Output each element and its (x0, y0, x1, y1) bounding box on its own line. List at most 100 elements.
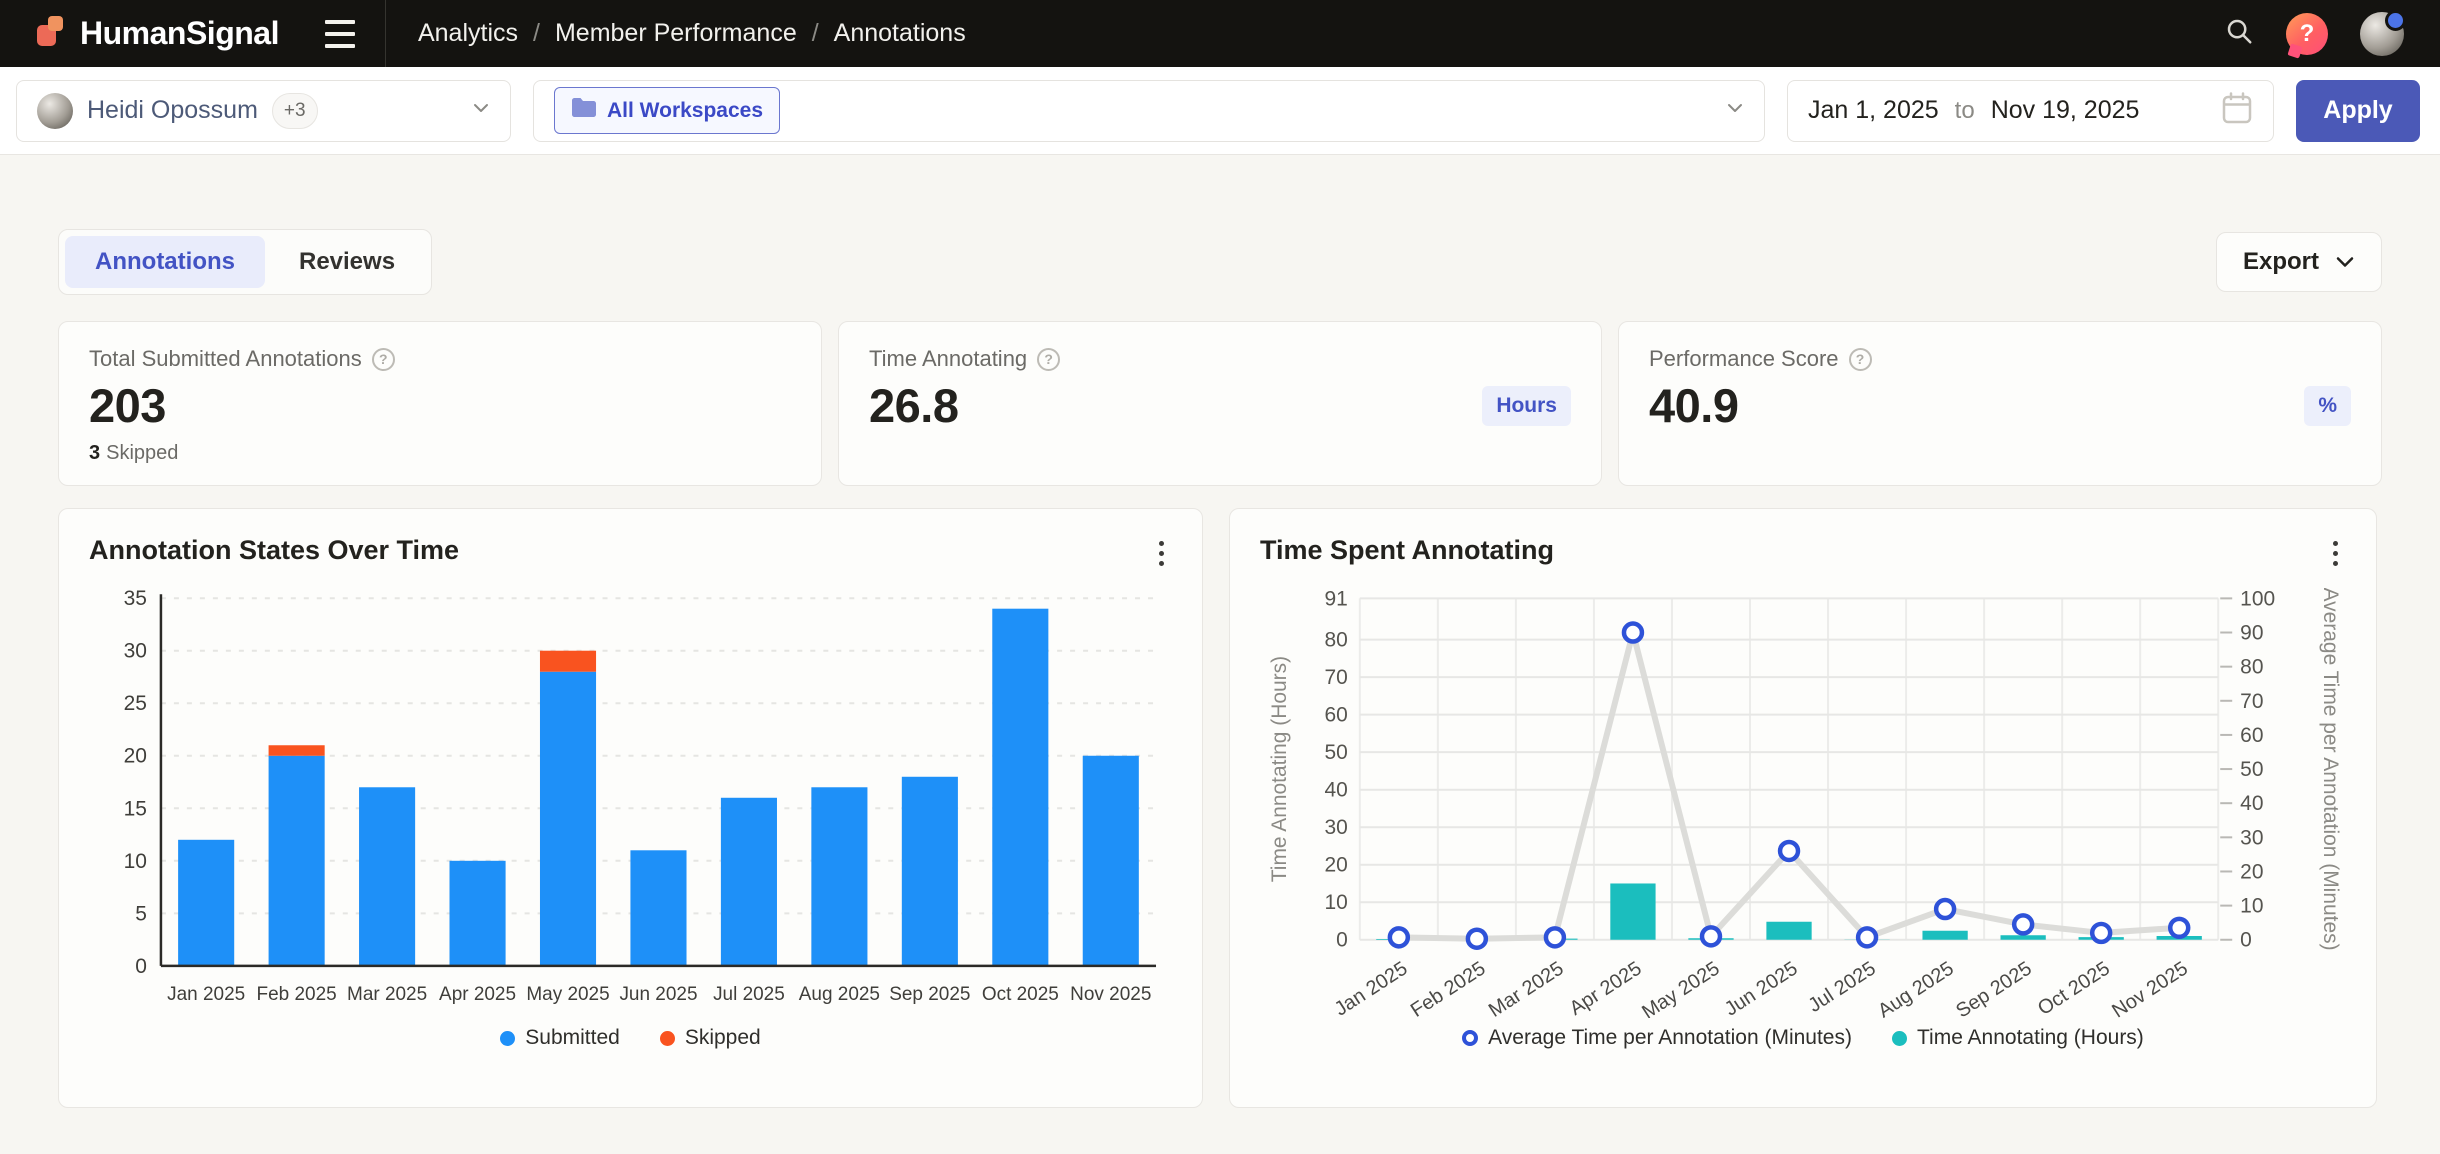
chevron-down-icon (1726, 101, 1744, 120)
svg-text:80: 80 (2240, 656, 2263, 679)
top-bar: HumanSignal Analytics / Member Performan… (0, 0, 2440, 67)
kebab-menu-icon[interactable] (2325, 535, 2346, 572)
date-range-input[interactable]: Jan 1, 2025 to Nov 19, 2025 (1787, 80, 2274, 142)
legend-ring-blue (1462, 1030, 1478, 1046)
stat-value: 26.8 (869, 378, 958, 433)
svg-text:Feb 2025: Feb 2025 (257, 984, 337, 1005)
workspace-chip[interactable]: All Workspaces (554, 87, 780, 134)
svg-text:0: 0 (135, 955, 147, 978)
help-icon[interactable]: ? (2286, 13, 2328, 55)
svg-text:Apr 2025: Apr 2025 (1566, 957, 1646, 1018)
stat-label: Performance Score (1649, 346, 1839, 372)
humansignal-logo-icon (36, 14, 70, 53)
stat-card-performance-score: Performance Score ? 40.9 % (1618, 321, 2382, 486)
svg-text:20: 20 (1325, 854, 1348, 877)
breadcrumb: Analytics / Member Performance / Annotat… (418, 19, 966, 48)
folder-icon (571, 97, 597, 124)
svg-text:30: 30 (1325, 816, 1348, 839)
svg-text:Jul 2025: Jul 2025 (713, 984, 785, 1005)
legend-dot-teal (1892, 1031, 1907, 1046)
chevron-down-icon (472, 101, 490, 120)
svg-text:Average Time per Annotation (M: Average Time per Annotation (Minutes) (2319, 588, 2342, 951)
chart-legend: Submitted Skipped (89, 1026, 1172, 1050)
breadcrumb-separator: / (797, 19, 834, 48)
legend-dot-orange (660, 1031, 675, 1046)
stat-label: Time Annotating (869, 346, 1027, 372)
svg-text:May 2025: May 2025 (526, 984, 609, 1005)
svg-text:90: 90 (2240, 622, 2263, 645)
unit-badge-hours: Hours (1482, 386, 1571, 426)
calendar-icon (2221, 91, 2253, 130)
brand[interactable]: HumanSignal (36, 14, 279, 53)
help-circle-icon[interactable]: ? (372, 348, 395, 371)
export-button[interactable]: Export (2216, 232, 2382, 292)
stat-card-time-annotating: Time Annotating ? 26.8 Hours (838, 321, 1602, 486)
svg-text:40: 40 (2240, 792, 2263, 815)
breadcrumb-member-performance[interactable]: Member Performance (555, 19, 797, 48)
help-circle-icon[interactable]: ? (1849, 348, 1872, 371)
apply-button[interactable]: Apply (2296, 80, 2420, 142)
legend-item-time-annotating: Time Annotating (Hours) (1892, 1026, 2144, 1050)
help-circle-icon[interactable]: ? (1037, 348, 1060, 371)
svg-text:80: 80 (1325, 629, 1348, 652)
tab-group: Annotations Reviews (58, 229, 432, 295)
breadcrumb-analytics[interactable]: Analytics (418, 19, 518, 48)
stats-row: Total Submitted Annotations ? 203 3 Skipp… (58, 321, 2382, 486)
legend-dot-blue (500, 1031, 515, 1046)
svg-text:10: 10 (124, 850, 147, 873)
user-avatar[interactable] (2360, 12, 2404, 56)
svg-text:Time Annotating (Hours): Time Annotating (Hours) (1268, 656, 1291, 882)
combo-chart: 0102030405060708091010203040506070809010… (1260, 588, 2346, 1018)
svg-text:May 2025: May 2025 (1638, 957, 1723, 1018)
svg-text:25: 25 (124, 692, 147, 715)
svg-text:Mar 2025: Mar 2025 (1485, 957, 1568, 1018)
svg-text:0: 0 (1336, 929, 1348, 952)
svg-text:50: 50 (2240, 758, 2263, 781)
svg-text:91: 91 (1325, 588, 1348, 610)
member-select[interactable]: Heidi Opossum +3 (16, 80, 511, 142)
skipped-count: 3 (89, 442, 100, 464)
legend-item-skipped: Skipped (660, 1026, 761, 1050)
workspace-select[interactable]: All Workspaces (533, 80, 1765, 142)
main-content: Annotations Reviews Export Total Submitt… (0, 155, 2440, 1108)
svg-text:10: 10 (2240, 895, 2263, 918)
stat-value: 40.9 (1649, 378, 1738, 433)
svg-text:50: 50 (1325, 741, 1348, 764)
svg-text:100: 100 (2240, 588, 2275, 610)
workspace-chip-label: All Workspaces (607, 99, 763, 123)
tab-annotations[interactable]: Annotations (65, 236, 265, 288)
stat-label: Total Submitted Annotations (89, 346, 362, 372)
svg-text:Jul 2025: Jul 2025 (1805, 957, 1880, 1017)
svg-text:Mar 2025: Mar 2025 (347, 984, 427, 1005)
svg-text:Aug 2025: Aug 2025 (799, 984, 880, 1005)
svg-text:Aug 2025: Aug 2025 (1874, 957, 1958, 1018)
breadcrumb-separator: / (518, 19, 555, 48)
charts-row: Annotation States Over Time 051015202530… (58, 508, 2382, 1108)
topbar-divider (385, 0, 386, 67)
date-separator: to (1949, 97, 1981, 125)
svg-text:Sep 2025: Sep 2025 (1952, 957, 2036, 1018)
chart-annotation-states: Annotation States Over Time 051015202530… (58, 508, 1203, 1108)
menu-icon[interactable] (323, 14, 357, 54)
unit-badge-percent: % (2304, 386, 2351, 426)
brand-name: HumanSignal (80, 15, 279, 52)
legend-item-avg-time: Average Time per Annotation (Minutes) (1462, 1026, 1852, 1050)
member-avatar (37, 93, 73, 129)
tab-reviews[interactable]: Reviews (269, 236, 425, 288)
svg-text:35: 35 (124, 588, 147, 610)
kebab-menu-icon[interactable] (1151, 535, 1172, 572)
svg-text:70: 70 (2240, 690, 2263, 713)
chevron-down-icon (2335, 248, 2355, 276)
search-icon[interactable] (2224, 16, 2254, 51)
breadcrumb-annotations[interactable]: Annotations (834, 19, 966, 48)
stacked-bar-chart: 05101520253035Jan 2025Feb 2025Mar 2025Ap… (89, 588, 1172, 1018)
svg-text:Jun 2025: Jun 2025 (619, 984, 697, 1005)
svg-text:Oct 2025: Oct 2025 (982, 984, 1059, 1005)
skipped-label: Skipped (106, 442, 178, 464)
member-name: Heidi Opossum (87, 96, 258, 125)
chart-legend: Average Time per Annotation (Minutes) Ti… (1260, 1026, 2346, 1050)
chart-time-spent: Time Spent Annotating 010203040506070809… (1229, 508, 2377, 1108)
svg-text:0: 0 (2240, 929, 2252, 952)
stat-value: 203 (89, 378, 166, 433)
svg-text:60: 60 (2240, 724, 2263, 747)
